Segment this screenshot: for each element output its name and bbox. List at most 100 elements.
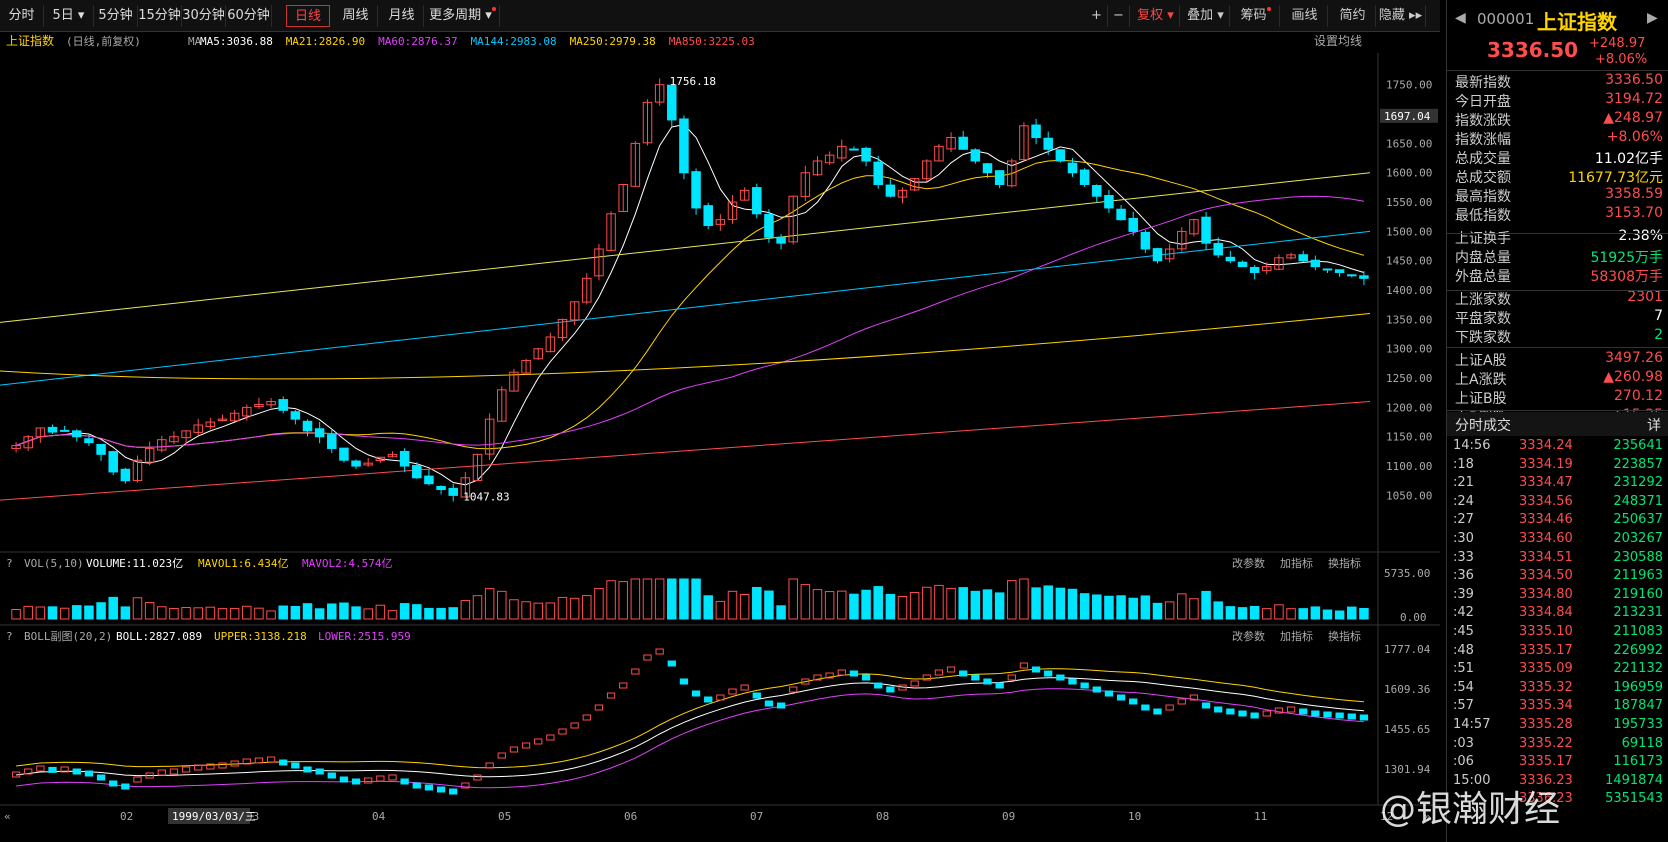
boll-candle xyxy=(521,742,531,749)
tab-period-daily[interactable]: 日线 xyxy=(286,5,330,27)
trade-row: :48 3335.17 226992 xyxy=(1447,643,1668,662)
candle-body xyxy=(108,451,118,473)
vol-add-indicator[interactable]: 加指标 xyxy=(1280,556,1313,570)
volume-bar xyxy=(764,590,774,620)
quote-value: 3497.26 xyxy=(1605,350,1663,366)
tab-period-monthly[interactable]: 月线 xyxy=(380,5,424,27)
boll-mid: BOLL:2827.089 xyxy=(116,630,202,643)
quote-value: 7 xyxy=(1654,308,1663,324)
boll-candle xyxy=(1165,704,1174,711)
tab-period-5min[interactable]: 5分钟 xyxy=(94,5,138,27)
volume-bar xyxy=(351,606,361,620)
tab-more-periods[interactable]: 更多周期 ▾ xyxy=(426,5,500,27)
simple-mode-button[interactable]: 简约 xyxy=(1330,5,1376,27)
quote-value: 3153.70 xyxy=(1605,205,1663,221)
current-price-label: 1697.04 xyxy=(1384,110,1431,123)
draw-line-button[interactable]: 画线 xyxy=(1282,5,1328,27)
price-axis-label: 1300.00 xyxy=(1386,343,1432,356)
candle-body xyxy=(412,465,422,479)
quote-key: 最新指数 xyxy=(1455,75,1511,91)
boll-candle xyxy=(449,788,458,795)
vol-switch-indicator[interactable]: 换指标 xyxy=(1328,556,1361,570)
boll-add-indicator[interactable]: 加指标 xyxy=(1280,629,1313,643)
quote-row: 最新指数 3336.50 xyxy=(1447,72,1668,92)
price-axis-label: 1750.00 xyxy=(1386,79,1432,92)
vol-help-icon[interactable]: ? xyxy=(6,557,13,570)
ma21-line xyxy=(15,159,1365,450)
volume-bar xyxy=(120,606,131,620)
quote-row: 今日开盘 3194.72 xyxy=(1447,91,1668,111)
candle-body xyxy=(1140,231,1151,250)
trade-volume: 230588 xyxy=(1613,549,1663,565)
volume-bar xyxy=(606,580,616,620)
volume-bar xyxy=(424,607,434,620)
trade-time: :45 xyxy=(1453,624,1474,639)
forward-arrow-icon[interactable]: ▶ xyxy=(1647,10,1658,26)
quote-row: 外盘总量 58308万手 xyxy=(1447,266,1668,286)
volume-bar xyxy=(970,590,981,620)
zoom-out-button[interactable]: − xyxy=(1108,5,1130,27)
volume-bar xyxy=(72,605,82,620)
scroll-left-icon[interactable]: « xyxy=(4,810,11,823)
candle-body xyxy=(1322,268,1333,271)
volume-bar xyxy=(569,597,580,620)
candle-body xyxy=(1298,254,1308,262)
zoom-in-button[interactable]: + xyxy=(1086,5,1108,27)
volume-bar xyxy=(1079,593,1090,620)
chips-label: 筹码 xyxy=(1240,8,1267,23)
volume-bar xyxy=(727,590,738,620)
boll-edit-params[interactable]: 改参数 xyxy=(1232,629,1265,643)
trade-price: 3334.80 xyxy=(1519,586,1573,602)
tab-period-30min[interactable]: 30分钟 xyxy=(182,5,226,27)
boll-candle xyxy=(606,692,616,699)
volume-bar xyxy=(84,605,94,620)
overlay-dropdown[interactable]: 叠加 ▾ xyxy=(1182,5,1230,27)
kline-chart-svg[interactable]: 上证指数 (日线,前复权) MA MA5:3036.88 MA21:2826.90… xyxy=(0,33,1440,841)
candle-body xyxy=(327,434,337,449)
boll-candle xyxy=(776,702,786,709)
volume-bar xyxy=(472,595,483,620)
volume-bar xyxy=(654,578,665,620)
fuquan-dropdown[interactable]: 复权 ▾ xyxy=(1132,5,1180,27)
back-arrow-icon[interactable]: ◀ xyxy=(1455,10,1466,26)
volume-bar xyxy=(837,590,847,620)
hide-panel-button[interactable]: 隐藏 ▸▸ xyxy=(1376,5,1426,27)
boll-candle xyxy=(1153,708,1162,715)
volume-bar xyxy=(290,606,301,620)
ma144-line xyxy=(0,230,1371,386)
volume-bar xyxy=(1116,595,1126,620)
trades-header: 分时成交 详 xyxy=(1447,412,1668,436)
ma-legend-item: MA850:3225.03 xyxy=(669,35,755,48)
volume-bar xyxy=(667,578,677,620)
boll-candle xyxy=(169,768,179,775)
tab-period-15min[interactable]: 15分钟 xyxy=(138,5,182,27)
boll-candle xyxy=(388,774,397,781)
boll-chart xyxy=(11,648,1369,795)
tab-period-weekly[interactable]: 周线 xyxy=(334,5,378,27)
ma-legend-item: MA5:3036.88 xyxy=(200,35,273,48)
quote-value: 51925万手 xyxy=(1590,250,1663,266)
tab-period-60min[interactable]: 60分钟 xyxy=(226,5,272,27)
boll-candle xyxy=(1092,686,1101,693)
annotations: 1756.18 1047.83 xyxy=(463,75,716,503)
volume-bar xyxy=(1237,607,1248,620)
divider xyxy=(1447,70,1668,71)
tab-period-fenshi[interactable]: 分时 xyxy=(0,5,44,27)
boll-help-icon[interactable]: ? xyxy=(6,630,13,643)
month-label: 08 xyxy=(876,810,889,823)
trade-row: :18 3334.19 223857 xyxy=(1447,457,1668,476)
volume-bar xyxy=(96,602,106,620)
ma5-line xyxy=(15,124,1365,486)
vol-edit-params[interactable]: 改参数 xyxy=(1232,556,1265,570)
boll-switch-indicator[interactable]: 换指标 xyxy=(1328,629,1361,643)
tab-period-5day[interactable]: 5日 ▾ xyxy=(44,5,94,27)
trades-detail-button[interactable]: 详 xyxy=(1647,415,1661,435)
ma-settings-link[interactable]: 设置均线 xyxy=(1314,34,1362,48)
trade-time: :42 xyxy=(1453,605,1474,621)
stock-name: 上证指数 xyxy=(1537,10,1617,34)
trade-volume: 5351543 xyxy=(1605,791,1663,807)
volume-bar xyxy=(375,604,386,620)
kline-chart-area[interactable]: 上证指数 (日线,前复权) MA MA5:3036.88 MA21:2826.90… xyxy=(0,33,1440,841)
boll-candle xyxy=(679,678,689,685)
chips-button[interactable]: 筹码 xyxy=(1232,5,1280,27)
